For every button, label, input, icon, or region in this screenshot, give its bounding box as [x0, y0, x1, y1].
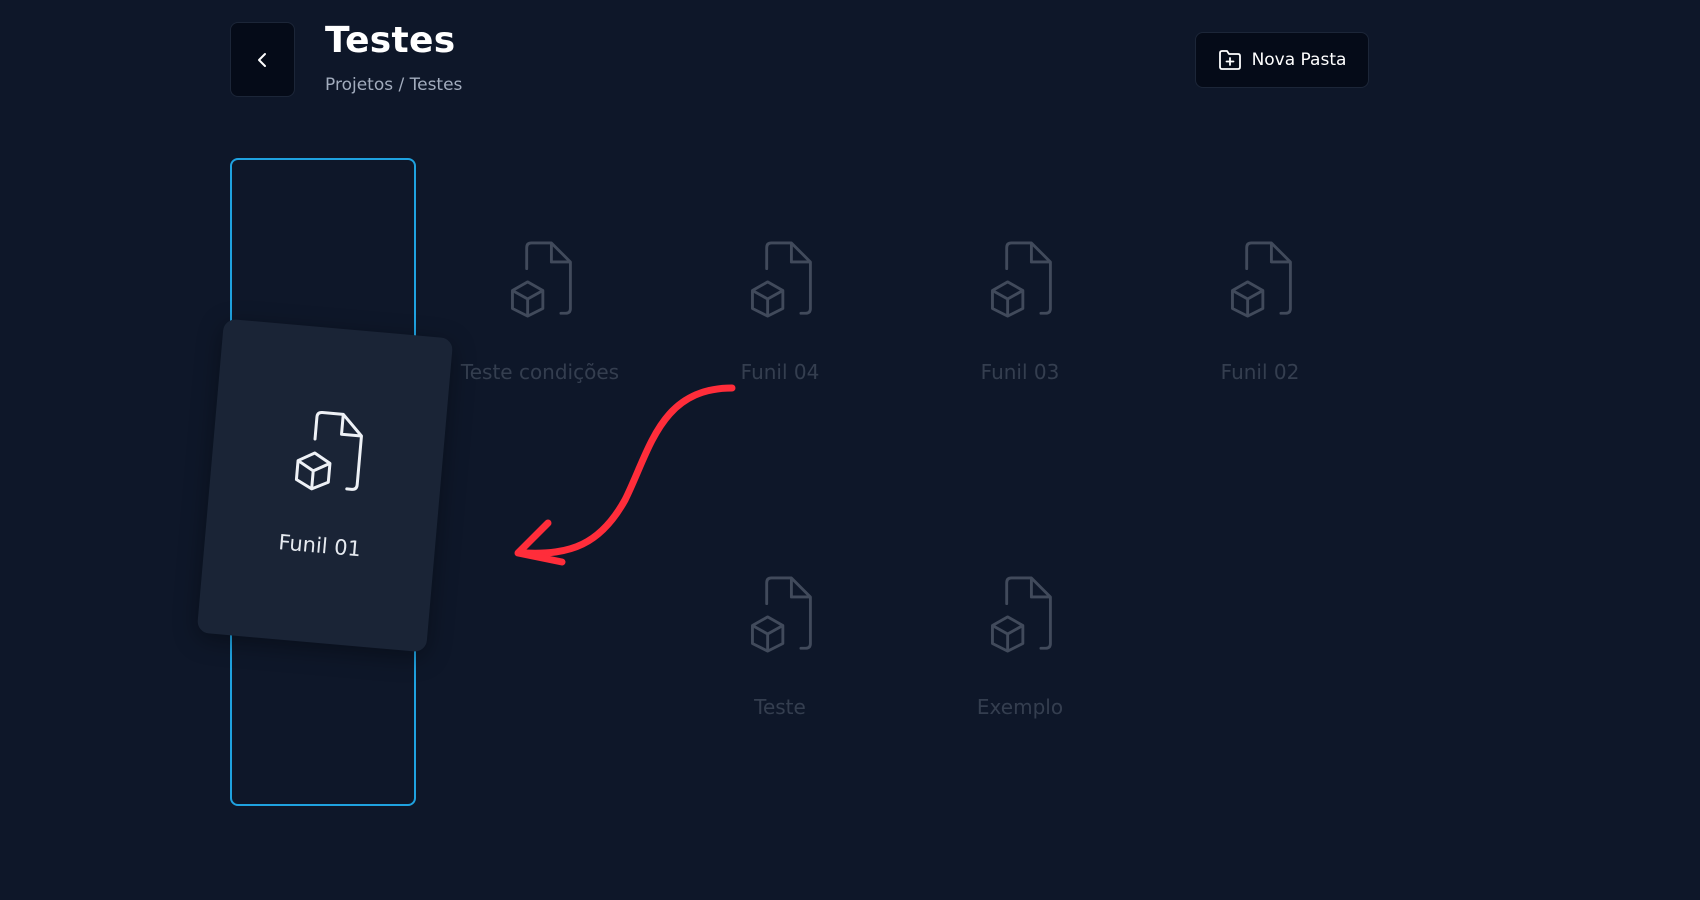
new-folder-button[interactable]: Nova Pasta	[1195, 32, 1369, 88]
project-card[interactable]: Funil 04	[670, 160, 890, 470]
chevron-left-icon	[257, 52, 266, 67]
folder-plus-icon	[1218, 50, 1241, 70]
card-label: Funil 04	[740, 360, 820, 384]
project-card[interactable]: Funil 02	[1150, 160, 1370, 470]
card-label: Teste condições	[460, 360, 620, 384]
file-box-icon	[511, 241, 572, 318]
project-card[interactable]: Teste condições	[430, 160, 650, 470]
file-box-icon	[991, 576, 1052, 653]
card-label: Funil 01	[277, 530, 362, 562]
file-box-icon	[991, 241, 1052, 318]
card-label: Exemplo	[976, 695, 1064, 719]
back-button[interactable]	[230, 22, 295, 97]
project-card[interactable]: Funil 03	[910, 160, 1130, 470]
card-label: Funil 02	[1220, 360, 1300, 384]
file-box-icon	[751, 576, 812, 653]
project-card[interactable]: Exemplo	[910, 495, 1130, 805]
new-folder-label: Nova Pasta	[1251, 50, 1347, 70]
card-label: Funil 03	[980, 360, 1060, 384]
project-card[interactable]: Teste	[670, 495, 890, 805]
breadcrumb: Projetos / Testes	[325, 75, 463, 95]
file-box-icon	[751, 241, 812, 318]
file-box-icon	[294, 410, 363, 491]
dragged-project-card[interactable]: Funil 01	[196, 318, 454, 653]
file-box-icon	[1231, 241, 1292, 318]
card-label: Teste	[754, 695, 806, 719]
page-title: Testes	[325, 20, 456, 61]
